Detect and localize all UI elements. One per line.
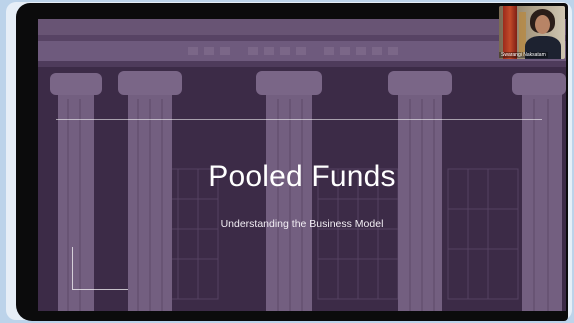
participant-name: Swarangi Naksatam (499, 52, 548, 58)
slide-corner-accent-horizontal (72, 289, 128, 290)
participant-video-tile[interactable]: Swarangi Naksatam (499, 6, 565, 59)
slide-divider-line (56, 119, 542, 120)
participant-face (535, 15, 550, 34)
slide-subtitle: Understanding the Business Model (220, 218, 384, 230)
presentation-slide: Pooled Funds Understanding the Business … (38, 19, 566, 311)
shared-screen: Pooled Funds Understanding the Business … (16, 3, 568, 321)
slide-title: Pooled Funds (208, 160, 396, 193)
slide-corner-accent-vertical (72, 247, 73, 289)
